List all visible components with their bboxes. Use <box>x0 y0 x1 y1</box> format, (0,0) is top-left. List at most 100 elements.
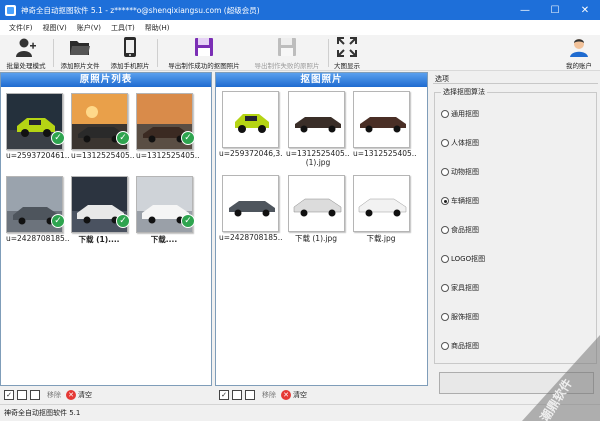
minimize-button[interactable]: — <box>510 0 540 20</box>
toolbar-divider <box>328 39 329 67</box>
cutout-caption: u=259372046,3... <box>219 149 283 158</box>
menu-view[interactable]: 视图(V) <box>38 23 72 33</box>
folder-icon <box>69 36 91 58</box>
radio-icon <box>441 255 449 263</box>
left-panel-actions: ✓ 移除 ✕ 清空 <box>0 386 212 404</box>
algo-furniture-label: 家具抠图 <box>451 284 479 292</box>
algo-clothing-radio[interactable]: 服饰抠图 <box>441 312 479 322</box>
cutout-thumbnail[interactable] <box>288 175 345 232</box>
add-phone-photo-button[interactable]: 添加手机照片 <box>107 36 153 70</box>
algo-general-label: 通用抠图 <box>451 110 479 118</box>
cutout-caption: u=1312525405... <box>353 149 417 158</box>
remove-button[interactable]: 移除 <box>47 390 61 400</box>
status-bar: 神奇全自动抠图软件 5.1 <box>0 404 600 421</box>
cutout-thumbnail[interactable] <box>288 91 345 148</box>
algo-product-radio[interactable]: 商品抠图 <box>441 341 479 351</box>
middle-panel-actions: ✓ 移除 ✕ 清空 <box>215 386 428 404</box>
cutout-photo-list: 抠图照片 u=259372046,3... u=1312525405... (1… <box>215 72 428 386</box>
algo-furniture-radio[interactable]: 家具抠图 <box>441 283 479 293</box>
clear-label: 清空 <box>293 391 307 399</box>
algo-food-radio[interactable]: 食品抠图 <box>441 225 479 235</box>
export-failed-button[interactable]: 导出制作失败的原照片 <box>249 36 325 70</box>
algo-vehicle-radio[interactable]: 车辆抠图 <box>441 196 479 206</box>
cutout-caption: 下载 (1).jpg <box>295 234 337 243</box>
phone-icon <box>119 36 141 58</box>
expand-icon <box>336 36 358 58</box>
radio-icon <box>441 313 449 321</box>
radio-icon <box>441 342 449 350</box>
clear-label: 清空 <box>78 391 92 399</box>
floppy-disabled-icon <box>276 36 298 58</box>
success-check-icon: ✓ <box>116 131 130 145</box>
cutout-caption-line2: (1).jpg <box>305 158 331 167</box>
success-check-icon: ✓ <box>181 214 195 228</box>
algo-product-label: 商品抠图 <box>451 342 479 350</box>
algo-clothing-label: 服饰抠图 <box>451 313 479 321</box>
add-phone-photo-label: 添加手机照片 <box>110 62 150 70</box>
cutout-caption: 下载.jpg <box>366 234 396 243</box>
algo-vehicle-label: 车辆抠图 <box>451 197 479 205</box>
success-check-icon: ✓ <box>181 131 195 145</box>
batch-mode-button[interactable]: 批量处理模式 <box>3 36 49 70</box>
toolbar-divider <box>53 39 54 67</box>
title-bar: 神奇全自动抠图软件 5.1 - z******o@shenqixiangsu.c… <box>0 0 600 20</box>
remove-button[interactable]: 移除 <box>262 390 276 400</box>
clear-button[interactable]: ✕ 清空 <box>66 390 92 400</box>
original-photo-header: 原照片列表 <box>1 73 211 87</box>
clear-button[interactable]: ✕ 清空 <box>281 390 307 400</box>
window-title: 神奇全自动抠图软件 5.1 - z******o@shenqixiangsu.c… <box>21 5 260 15</box>
add-photo-file-button[interactable]: 添加照片文件 <box>57 36 103 70</box>
radio-icon <box>441 110 449 118</box>
menu-file[interactable]: 文件(F) <box>4 23 38 33</box>
remove-label: 移除 <box>262 391 276 399</box>
invert-selection-icon[interactable] <box>245 390 255 400</box>
radio-icon <box>441 284 449 292</box>
cutout-thumbnail[interactable] <box>353 91 410 148</box>
cutout-thumbnail[interactable] <box>222 175 279 232</box>
radio-selected-icon <box>441 197 449 205</box>
toolbar-divider <box>157 39 158 67</box>
invert-selection-icon[interactable] <box>30 390 40 400</box>
menu-account[interactable]: 账户(V) <box>72 23 106 33</box>
algo-person-label: 人体抠图 <box>451 139 479 147</box>
cutout-caption: u=1312525405... <box>286 149 350 158</box>
export-success-button[interactable]: 导出制作成功的抠图照片 <box>161 36 247 70</box>
algo-animal-radio[interactable]: 动物抠图 <box>441 167 479 177</box>
menu-help[interactable]: 帮助(H) <box>140 23 175 33</box>
photo-caption: 下载.... <box>150 235 178 244</box>
export-success-label: 导出制作成功的抠图照片 <box>168 62 240 70</box>
select-none-icon[interactable] <box>232 390 242 400</box>
user-group-icon <box>15 36 37 58</box>
algo-food-label: 食品抠图 <box>451 226 479 234</box>
maximize-button[interactable]: ☐ <box>540 0 570 20</box>
photo-caption: u=1312525405... <box>71 151 135 160</box>
floppy-save-icon <box>193 36 215 58</box>
fullscreen-button[interactable]: 大图显示 <box>332 36 362 70</box>
select-all-icon[interactable]: ✓ <box>219 390 229 400</box>
app-icon <box>5 4 16 16</box>
fullscreen-label: 大图显示 <box>334 62 360 70</box>
algo-general-radio[interactable]: 通用抠图 <box>441 109 479 119</box>
radio-icon <box>441 139 449 147</box>
cutout-photo-header: 抠图照片 <box>216 73 427 87</box>
algorithm-group: 选择抠图算法 通用抠图 人体抠图 动物抠图 车辆抠图 食品抠图 LOGO抠图 家… <box>434 87 597 364</box>
menu-tools[interactable]: 工具(T) <box>106 23 140 33</box>
algo-logo-radio[interactable]: LOGO抠图 <box>441 254 485 264</box>
menu-bar: 文件(F) 视图(V) 账户(V) 工具(T) 帮助(H) <box>0 20 600 35</box>
my-account-label: 我的账户 <box>566 62 592 70</box>
my-account-button[interactable]: 我的账户 <box>562 36 596 70</box>
algo-logo-label: LOGO抠图 <box>451 255 486 263</box>
remove-label: 移除 <box>47 391 61 399</box>
success-check-icon: ✓ <box>51 214 65 228</box>
select-all-icon[interactable]: ✓ <box>4 390 14 400</box>
clear-x-icon: ✕ <box>281 390 291 400</box>
select-none-icon[interactable] <box>17 390 27 400</box>
batch-mode-label: 批量处理模式 <box>6 62 46 70</box>
cutout-thumbnail[interactable] <box>222 91 279 148</box>
algo-person-radio[interactable]: 人体抠图 <box>441 138 479 148</box>
original-photo-list: 原照片列表 ✓ u=2593720461... ✓ u=1312525405..… <box>0 72 212 386</box>
success-check-icon: ✓ <box>116 214 130 228</box>
cutout-caption: u=2428708185... <box>219 233 283 242</box>
close-button[interactable]: ✕ <box>570 0 600 20</box>
cutout-thumbnail[interactable] <box>353 175 410 232</box>
